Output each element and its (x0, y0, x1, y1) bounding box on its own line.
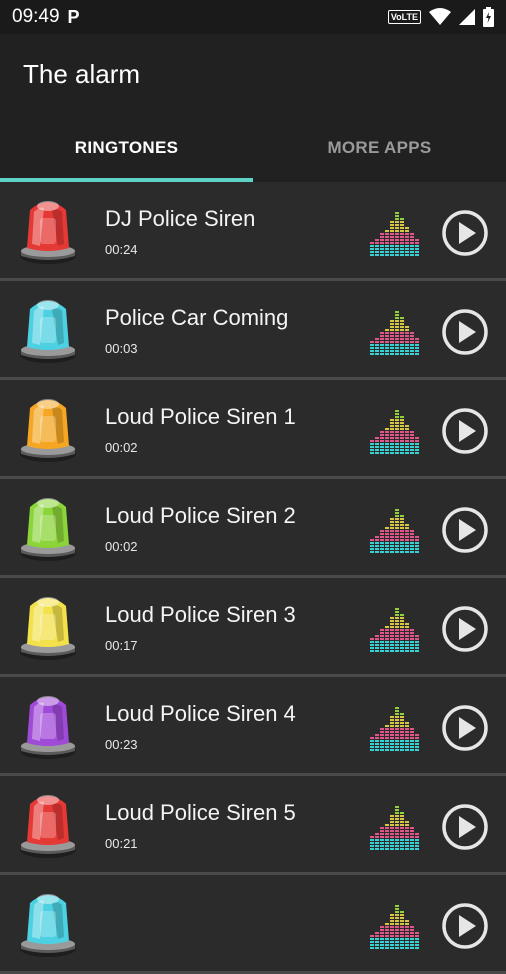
volte-icon: VoLTE (387, 10, 421, 24)
ringtone-title: Loud Police Siren 4 (105, 701, 296, 726)
equalizer-icon (370, 806, 419, 850)
notification-p-icon: P (67, 6, 80, 27)
ringtone-row[interactable]: Loud Police Siren 3 00:17 (0, 578, 506, 677)
ringtone-row[interactable]: Police Car Coming 00:03 (0, 281, 506, 380)
status-left: 09:49 P (12, 6, 80, 28)
tab-bar: RINGTONES MORE APPS (0, 114, 506, 182)
signal-icon (459, 9, 475, 25)
equalizer-icon (370, 410, 419, 454)
play-button[interactable] (441, 803, 489, 851)
play-button[interactable] (441, 902, 489, 950)
equalizer-icon (370, 905, 419, 949)
ringtone-title: DJ Police Siren (105, 206, 256, 231)
siren-icon (20, 300, 76, 363)
equalizer-icon (370, 509, 419, 553)
play-button[interactable] (441, 506, 489, 554)
ringtone-title: Loud Police Siren 1 (105, 404, 296, 429)
status-right: VoLTE (387, 7, 494, 27)
siren-icon (20, 696, 76, 759)
ringtone-text: Loud Police Siren 2 00:02 (105, 503, 296, 554)
ringtone-duration: 00:24 (105, 242, 138, 257)
wifi-icon (429, 8, 451, 25)
siren-icon (20, 201, 76, 264)
battery-icon (483, 7, 494, 27)
ringtone-duration: 00:02 (105, 440, 138, 455)
siren-icon (20, 399, 76, 462)
ringtone-row[interactable] (0, 875, 506, 974)
app-bar: The alarm (0, 34, 506, 114)
tab-more-apps[interactable]: MORE APPS (253, 114, 506, 182)
ringtone-title: Loud Police Siren 2 (105, 503, 296, 528)
ringtone-list: DJ Police Siren 00:24 Police Car Coming … (0, 182, 506, 974)
play-button[interactable] (441, 407, 489, 455)
play-button[interactable] (441, 704, 489, 752)
status-bar: 09:49 P VoLTE (0, 0, 506, 34)
ringtone-text: Loud Police Siren 5 00:21 (105, 800, 296, 851)
play-button[interactable] (441, 308, 489, 356)
app-title: The alarm (23, 58, 141, 89)
siren-icon (20, 498, 76, 561)
ringtone-title: Loud Police Siren 3 (105, 602, 296, 627)
ringtone-duration: 00:03 (105, 341, 138, 356)
equalizer-icon (370, 707, 419, 751)
ringtone-duration: 00:02 (105, 539, 138, 554)
ringtone-row[interactable]: Loud Police Siren 5 00:21 (0, 776, 506, 875)
ringtone-row[interactable]: Loud Police Siren 2 00:02 (0, 479, 506, 578)
ringtone-title: Police Car Coming (105, 305, 289, 330)
ringtone-row[interactable]: Loud Police Siren 4 00:23 (0, 677, 506, 776)
ringtone-title: Loud Police Siren 5 (105, 800, 296, 825)
ringtone-row[interactable]: DJ Police Siren 00:24 (0, 182, 506, 281)
play-button[interactable] (441, 209, 489, 257)
equalizer-icon (370, 311, 419, 355)
equalizer-icon (370, 608, 419, 652)
ringtone-text: DJ Police Siren 00:24 (105, 206, 255, 257)
tab-ringtones[interactable]: RINGTONES (0, 114, 253, 182)
ringtone-duration: 00:23 (105, 737, 138, 752)
ringtone-duration: 00:17 (105, 638, 138, 653)
ringtone-text: Loud Police Siren 1 00:02 (105, 404, 296, 455)
ringtone-text: Loud Police Siren 3 00:17 (105, 602, 296, 653)
ringtone-text: Police Car Coming 00:03 (105, 305, 288, 356)
ringtone-duration: 00:21 (105, 836, 138, 851)
ringtone-row[interactable]: Loud Police Siren 1 00:02 (0, 380, 506, 479)
status-time: 09:49 (12, 6, 60, 27)
ringtone-text: Loud Police Siren 4 00:23 (105, 701, 296, 752)
play-button[interactable] (441, 605, 489, 653)
equalizer-icon (370, 212, 419, 256)
siren-icon (20, 597, 76, 660)
siren-icon (20, 795, 76, 858)
